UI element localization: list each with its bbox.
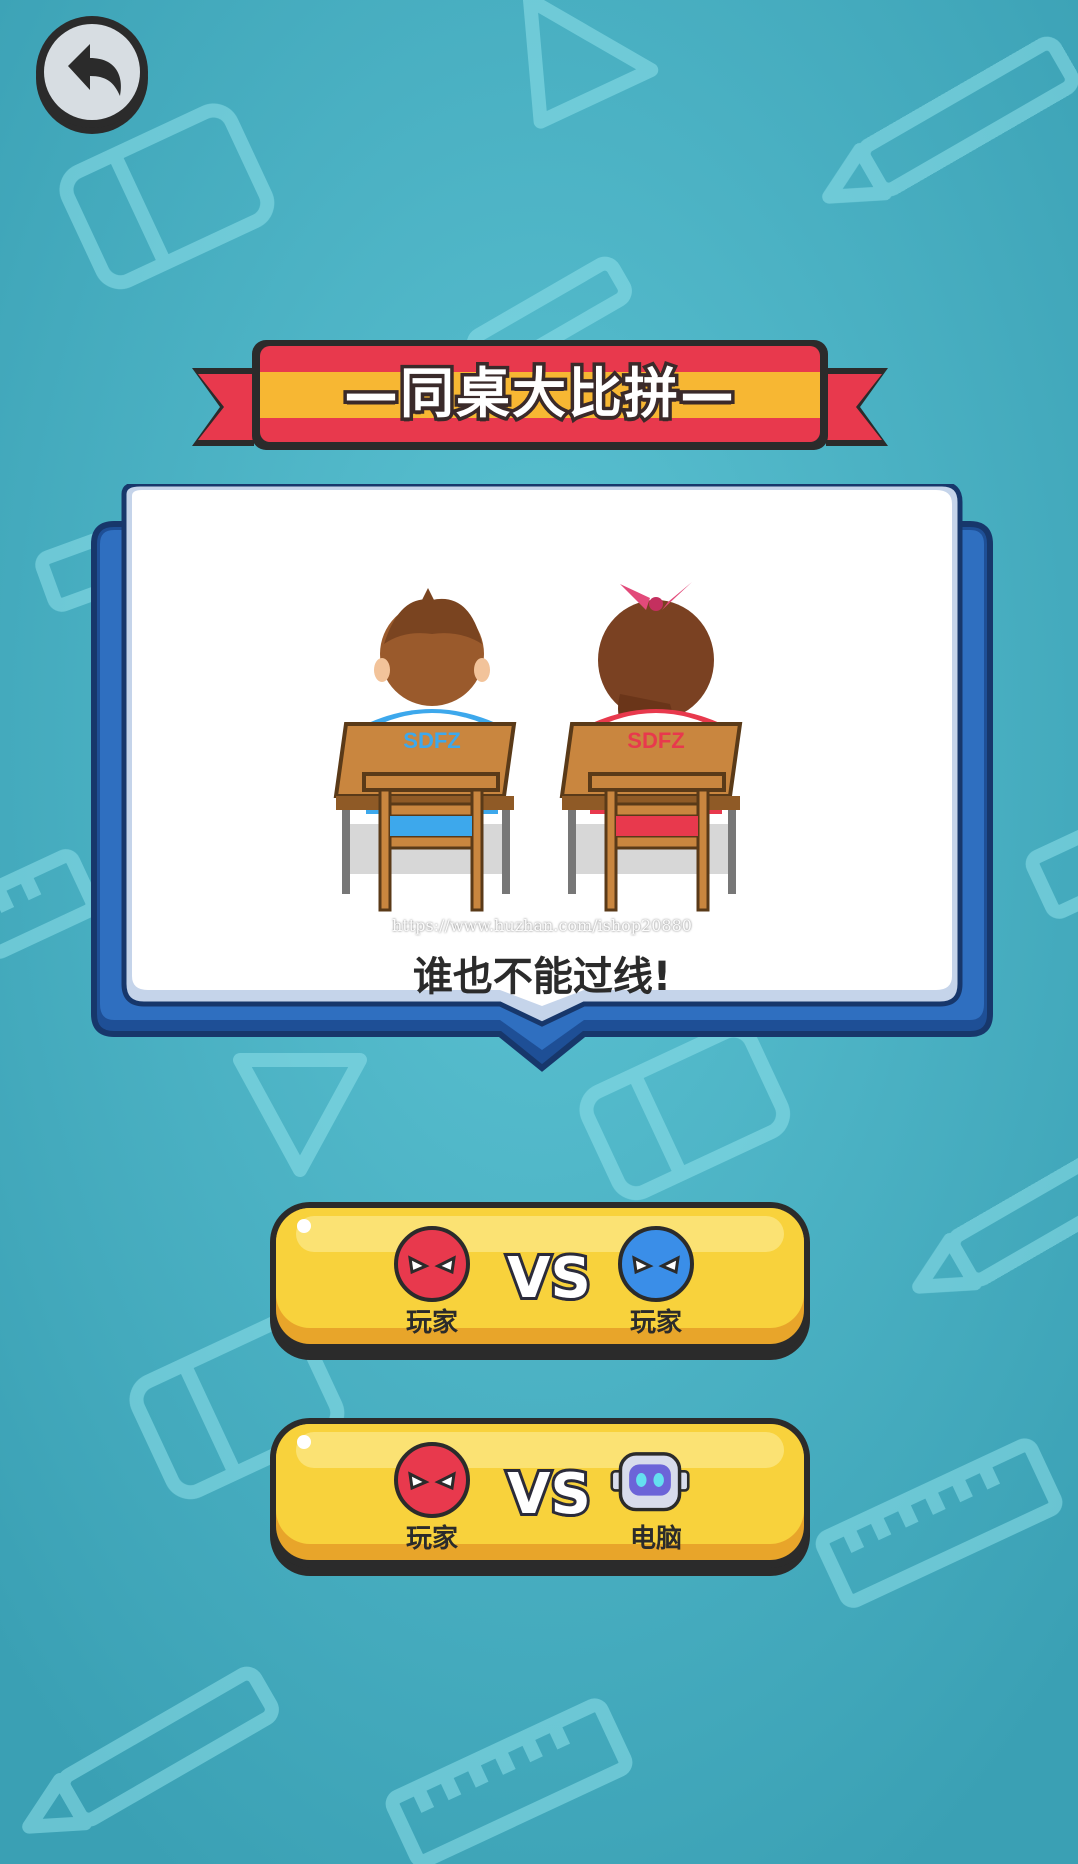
undo-arrow-icon [36,16,148,134]
right-player-label: 玩家 [629,1308,682,1338]
title-banner: —同桌大比拼— [184,336,896,476]
shirt-text-right: SDFZ [627,728,684,753]
illustration-caption: 谁也不能过线! [412,954,672,1000]
vs-text: VS [504,1243,594,1314]
shirt-text-left: SDFZ [403,728,460,753]
computer-label: 电脑 [629,1524,682,1554]
watermark-text: https://www.huzhan.com/ishop20880 [392,916,692,935]
robot-icon [610,1452,690,1512]
blue-angry-face-icon [618,1226,694,1302]
left-player-label: 玩家 [405,1308,458,1338]
banner-title: —同桌大比拼— [341,360,738,427]
red-angry-face-icon [394,1442,470,1518]
red-angry-face-icon [394,1226,470,1302]
left-player-label: 玩家 [405,1524,458,1554]
vs-text: VS [504,1459,594,1530]
pvp-mode-button[interactable]: 玩家 VS 玩家 [266,1198,814,1364]
back-button[interactable] [28,10,156,138]
illustration-book: SDFZ SDFZ https://www.huzhan.com/ishop20… [84,484,1000,1080]
pvc-mode-button[interactable]: 玩家 VS 电脑 [266,1414,814,1580]
